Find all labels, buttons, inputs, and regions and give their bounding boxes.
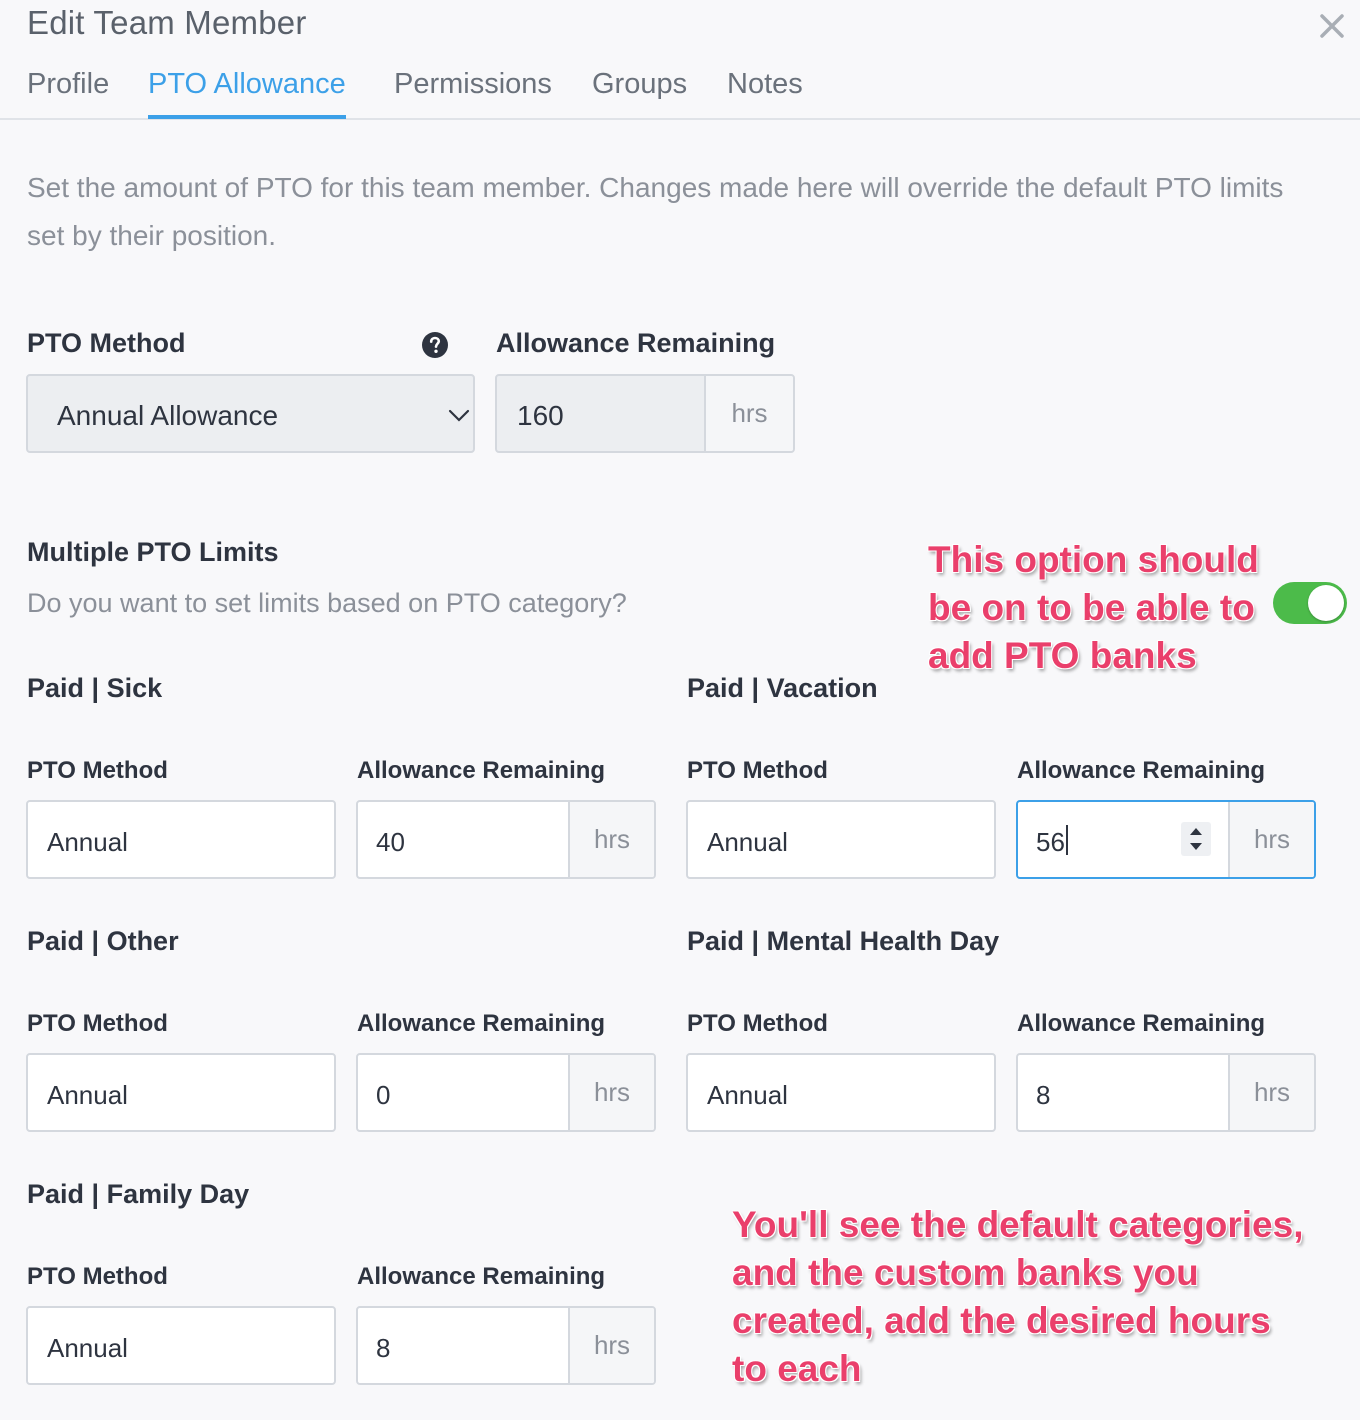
- multiple-pto-limits-question: Do you want to set limits based on PTO c…: [27, 588, 627, 618]
- number-spinner-icon[interactable]: [1181, 822, 1211, 856]
- pto-method-value: Annual: [707, 827, 788, 857]
- category-title-family-day: Paid | Family Day: [27, 1179, 250, 1209]
- tab-profile[interactable]: Profile: [27, 68, 109, 115]
- allowance-remaining-label: Allowance Remaining: [496, 328, 776, 358]
- tab-notes[interactable]: Notes: [727, 68, 803, 115]
- pto-method-label: PTO Method: [27, 1010, 168, 1037]
- category-title-other: Paid | Other: [27, 926, 179, 956]
- allowance-value: 8: [376, 1333, 391, 1363]
- annotation-line: created, add the desired hours: [732, 1300, 1271, 1341]
- text-caret: [1066, 825, 1068, 855]
- toggle-knob: [1308, 585, 1344, 621]
- annotation-line: You'll see the default categories,: [732, 1204, 1304, 1245]
- allowance-remaining-label: Allowance Remaining: [357, 757, 606, 784]
- allowance-remaining-value: 160: [517, 400, 564, 431]
- sick-allowance-input[interactable]: 40 hrs: [356, 800, 656, 879]
- pto-method-value: Annual: [47, 827, 128, 857]
- category-title-sick: Paid | Sick: [27, 673, 163, 703]
- hrs-unit: hrs: [1228, 802, 1314, 877]
- modal-title: Edit Team Member: [27, 4, 307, 41]
- pto-method-value: Annual: [47, 1333, 128, 1363]
- annotation-line: add PTO banks: [928, 635, 1197, 676]
- pto-method-label: PTO Method: [27, 757, 168, 784]
- vacation-allowance-input[interactable]: 56 hrs: [1016, 800, 1316, 879]
- annotation-line: and the custom banks you: [732, 1252, 1199, 1293]
- pto-method-label: PTO Method: [687, 757, 828, 784]
- hrs-unit: hrs: [568, 1308, 654, 1383]
- allowance-remaining-label: Allowance Remaining: [1017, 757, 1266, 784]
- category-title-mental-health-day: Paid | Mental Health Day: [687, 926, 1000, 956]
- allowance-remaining-input[interactable]: 160 hrs: [495, 374, 795, 453]
- chevron-down-icon: [448, 409, 470, 422]
- allowance-remaining-label: Allowance Remaining: [1017, 1010, 1266, 1037]
- mental-health-allowance-input[interactable]: 8 hrs: [1016, 1053, 1316, 1132]
- pto-method-label: PTO Method: [687, 1010, 828, 1037]
- allowance-remaining-label: Allowance Remaining: [357, 1263, 606, 1290]
- other-pto-method-field[interactable]: Annual: [26, 1053, 336, 1132]
- allowance-value: 40: [376, 827, 405, 857]
- help-icon[interactable]: [421, 331, 449, 359]
- sick-pto-method-field[interactable]: Annual: [26, 800, 336, 879]
- hrs-unit: hrs: [568, 802, 654, 877]
- allowance-value: 56: [1036, 827, 1065, 857]
- annotation-line: be on to be able to: [928, 587, 1255, 628]
- pto-method-value: Annual Allowance: [57, 400, 279, 431]
- family-day-pto-method-field[interactable]: Annual: [26, 1306, 336, 1385]
- pto-method-select[interactable]: Annual Allowance: [26, 374, 475, 453]
- close-icon: [1320, 14, 1344, 38]
- category-title-vacation: Paid | Vacation: [687, 673, 878, 703]
- other-allowance-input[interactable]: 0 hrs: [356, 1053, 656, 1132]
- vacation-pto-method-field[interactable]: Annual: [686, 800, 996, 879]
- pto-method-value: Annual: [47, 1080, 128, 1110]
- hrs-unit: hrs: [568, 1055, 654, 1130]
- mental-health-pto-method-field[interactable]: Annual: [686, 1053, 996, 1132]
- family-day-allowance-input[interactable]: 8 hrs: [356, 1306, 656, 1385]
- tab-bar: Profile PTO Allowance Permissions Groups…: [0, 62, 1360, 120]
- tab-groups[interactable]: Groups: [592, 68, 687, 115]
- allowance-remaining-label: Allowance Remaining: [357, 1010, 606, 1037]
- annotation-line: This option should: [928, 539, 1259, 580]
- hrs-unit: hrs: [704, 376, 793, 451]
- tab-permissions[interactable]: Permissions: [394, 68, 552, 115]
- intro-text: Set the amount of PTO for this team memb…: [27, 172, 1284, 251]
- tab-pto-allowance[interactable]: PTO Allowance: [148, 68, 346, 119]
- pto-method-label: PTO Method: [27, 1263, 168, 1290]
- hrs-unit: hrs: [1228, 1055, 1314, 1130]
- pto-method-value: Annual: [707, 1080, 788, 1110]
- multiple-pto-limits-title: Multiple PTO Limits: [27, 537, 279, 567]
- pto-method-label: PTO Method: [27, 328, 186, 358]
- allowance-value: 0: [376, 1080, 391, 1110]
- close-button[interactable]: [1316, 10, 1348, 42]
- annotation-toggle-note: This option should be on to be able to a…: [928, 536, 1259, 680]
- annotation-banks-note: You'll see the default categories, and t…: [732, 1201, 1304, 1393]
- multiple-pto-limits-toggle[interactable]: [1273, 582, 1347, 624]
- annotation-line: to each: [732, 1348, 862, 1389]
- allowance-value: 8: [1036, 1080, 1051, 1110]
